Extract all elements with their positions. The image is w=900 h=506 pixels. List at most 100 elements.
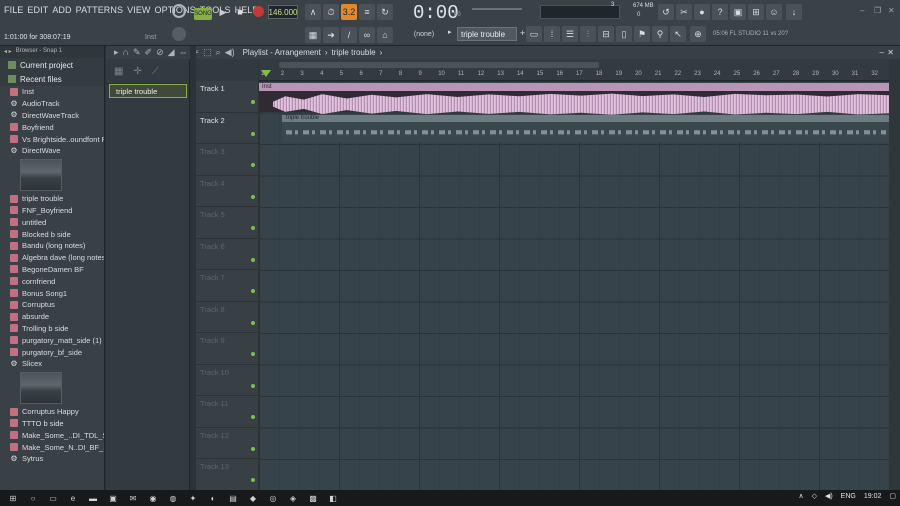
vertical-scrollbar[interactable]: [889, 59, 900, 490]
draw-tool-icon[interactable]: ✎: [133, 47, 141, 58]
app-icon[interactable]: ◎: [266, 492, 280, 504]
app-icon[interactable]: ▩: [306, 492, 320, 504]
snap-selector[interactable]: (none): [406, 28, 442, 40]
browser-item[interactable]: purgatory_bf_side: [0, 346, 104, 358]
browser-item[interactable]: FNF_Boyfriend: [0, 205, 104, 217]
loop-record-icon[interactable]: ↻: [377, 4, 393, 20]
file-explorer-icon[interactable]: ▬: [86, 492, 100, 504]
menu-edit[interactable]: EDIT: [27, 5, 48, 15]
mixer-icon[interactable]: ⊞: [748, 4, 764, 20]
track-header[interactable]: Track 7: [196, 270, 258, 302]
pattern-slice-icon[interactable]: ⟋: [152, 66, 159, 77]
stop-icon[interactable]: ■: [234, 5, 246, 19]
master-volume-slider[interactable]: [472, 8, 522, 10]
track-mute-led[interactable]: [251, 320, 255, 325]
search-icon[interactable]: ○: [26, 492, 40, 504]
browser-item[interactable]: ⚙ DirectWaveTrack: [0, 110, 104, 122]
menu-patterns[interactable]: PATTERNS: [76, 5, 123, 15]
tray-chevron-icon[interactable]: ∧: [798, 492, 803, 500]
track-header[interactable]: Track 8: [196, 302, 258, 333]
delete-tool-icon[interactable]: ⊘: [156, 47, 164, 58]
tag-icon[interactable]: ⚑: [634, 26, 650, 42]
track-mute-led[interactable]: [251, 257, 255, 262]
browser-item[interactable]: cornfriend: [0, 275, 104, 287]
track-mute-led[interactable]: [251, 163, 255, 167]
zoom-tool-icon[interactable]: ⌕: [216, 47, 221, 58]
track-header[interactable]: Track 6: [196, 239, 258, 270]
slip-tool-icon[interactable]: ⇔: [179, 47, 188, 58]
browser-item[interactable]: ⚙ Slicex: [0, 358, 104, 370]
browser-item[interactable]: triple trouble: [0, 193, 104, 205]
shop-icon[interactable]: ⊕: [690, 26, 706, 42]
track-mute-led[interactable]: [251, 226, 255, 230]
step-sequencer-icon[interactable]: ⁞: [544, 26, 560, 42]
app-icon[interactable]: ▤: [226, 492, 240, 504]
track-header[interactable]: Track 10: [196, 365, 258, 396]
playback-tool-icon[interactable]: ◀): [225, 47, 235, 58]
track-header[interactable]: Track 4: [196, 176, 258, 207]
playhead-marker-icon[interactable]: [261, 70, 271, 77]
countdown-icon[interactable]: 3.2: [341, 4, 357, 20]
wait-icon[interactable]: ⏱: [323, 4, 339, 20]
timeline-ruler[interactable]: 1 2 3 4 5 6 7 8 9 10 11 12 13 14 15 16 17 18 19 20 21 22 23 24 2…: [259, 59, 889, 81]
playlist-menu-icon[interactable]: ▸: [114, 47, 119, 58]
select-tool-icon[interactable]: ⬚: [203, 47, 212, 58]
notification-icon[interactable]: ▢: [889, 492, 896, 500]
brush-icon[interactable]: /: [341, 27, 357, 43]
playlist-close-icon[interactable]: ✕: [887, 48, 894, 57]
close-icon[interactable]: ✕: [888, 6, 895, 15]
browser-item[interactable]: Make_Some_N..DI_BF_Side: [0, 441, 104, 453]
track-header[interactable]: Track 11: [196, 396, 258, 428]
mute-tool-icon[interactable]: ◢: [168, 47, 175, 58]
channel-rack-icon[interactable]: ☰: [562, 26, 578, 42]
chrome-icon[interactable]: ◉: [146, 492, 160, 504]
app-icon[interactable]: ◐: [206, 492, 220, 504]
language-indicator[interactable]: ENG: [841, 493, 856, 500]
track-mute-led[interactable]: [251, 352, 255, 356]
track-header[interactable]: Track 5: [196, 207, 258, 239]
browser-item[interactable]: TTTO b side: [0, 418, 104, 430]
track-header[interactable]: Track 3: [196, 144, 258, 176]
mixer-view-icon[interactable]: ⫶: [580, 26, 596, 42]
browser-item[interactable]: Inst: [0, 86, 104, 98]
current-project-folder[interactable]: Current project: [0, 58, 104, 72]
chat-icon[interactable]: ☺: [766, 4, 782, 20]
pattern-selector[interactable]: triple trouble: [457, 27, 517, 41]
pattern-add-icon[interactable]: ✛: [133, 66, 141, 77]
track-header[interactable]: Track 9: [196, 333, 258, 365]
volume-icon[interactable]: ◀): [825, 492, 833, 500]
store-icon[interactable]: ▣: [106, 492, 120, 504]
browser-item[interactable]: purgatory_matt_side (1): [0, 334, 104, 346]
plugin-icon[interactable]: ▯: [616, 26, 632, 42]
edge-icon[interactable]: e: [66, 492, 80, 504]
browser-item[interactable]: BegoneDamen BF: [0, 264, 104, 276]
pattern-view-icon[interactable]: ▦: [114, 66, 123, 77]
browser-item[interactable]: Boyfriend: [0, 121, 104, 133]
task-view-icon[interactable]: ▭: [46, 492, 60, 504]
paint-tool-icon[interactable]: ✐: [145, 47, 153, 58]
scissors-icon[interactable]: ✂: [676, 4, 692, 20]
help-icon[interactable]: ?: [712, 4, 728, 20]
browser-item[interactable]: Bonus Song1: [0, 287, 104, 299]
master-pitch-knob-icon[interactable]: [172, 27, 186, 41]
browser-item[interactable]: Make_Some_..DI_TDL_Side: [0, 429, 104, 441]
playlist-icon[interactable]: ▦: [305, 27, 321, 43]
record-button[interactable]: [253, 6, 264, 17]
track-mute-led[interactable]: [251, 100, 255, 104]
menu-add[interactable]: ADD: [52, 5, 71, 15]
track-header[interactable]: Track 12: [196, 428, 258, 459]
song-mode-button[interactable]: SONG: [194, 8, 212, 20]
browser-item[interactable]: untitled: [0, 216, 104, 228]
browser-item[interactable]: Corruptus Happy: [0, 406, 104, 418]
windows-start-icon[interactable]: ⊞: [6, 492, 20, 504]
track-header[interactable]: Track 2: [196, 113, 258, 144]
track-mute-led[interactable]: [251, 194, 255, 199]
app-icon[interactable]: ◈: [286, 492, 300, 504]
horizontal-scrollbar[interactable]: [279, 62, 599, 68]
app-icon[interactable]: ◆: [246, 492, 260, 504]
pattern-arrow-icon[interactable]: ▸: [448, 28, 452, 36]
track-header[interactable]: Track 13: [196, 459, 258, 491]
network-icon[interactable]: ◇: [812, 492, 817, 500]
arrow-right-icon[interactable]: ➜: [323, 27, 339, 43]
fl-studio-icon[interactable]: ✦: [186, 492, 200, 504]
